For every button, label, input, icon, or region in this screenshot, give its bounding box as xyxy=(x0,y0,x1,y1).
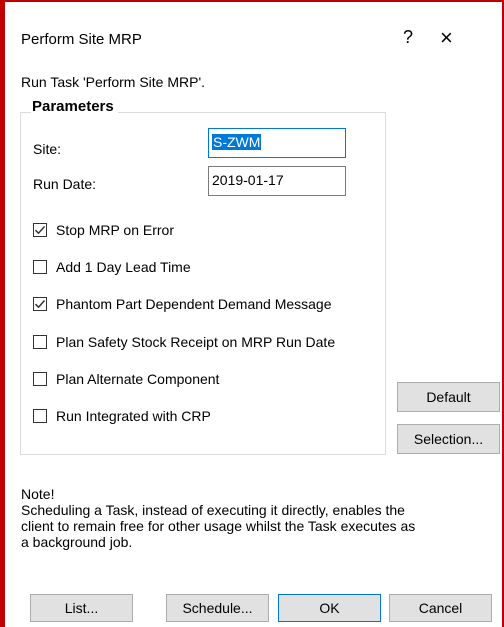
site-input[interactable]: S-ZWM xyxy=(208,128,346,158)
option-run-integrated-crp[interactable]: Run Integrated with CRP xyxy=(33,408,363,428)
checkbox[interactable] xyxy=(33,372,47,386)
option-label: Plan Alternate Component xyxy=(56,371,220,387)
checkbox[interactable] xyxy=(33,409,47,423)
note-line: Scheduling a Task, instead of executing … xyxy=(21,502,405,518)
schedule-button[interactable]: Schedule... xyxy=(166,594,269,622)
checkmark-icon xyxy=(34,225,46,235)
checkbox[interactable] xyxy=(33,260,47,274)
note-heading: Note! xyxy=(21,486,55,502)
option-plan-alternate-component[interactable]: Plan Alternate Component xyxy=(33,371,363,391)
run-date-label: Run Date: xyxy=(33,176,97,192)
dialog-title: Perform Site MRP xyxy=(21,31,142,48)
note-line: client to remain free for other usage wh… xyxy=(21,518,416,534)
option-add-1-day-lead-time[interactable]: Add 1 Day Lead Time xyxy=(33,259,363,279)
checkbox[interactable] xyxy=(33,335,47,349)
site-value: S-ZWM xyxy=(212,134,262,150)
parameters-legend: Parameters xyxy=(31,98,118,115)
list-button[interactable]: List... xyxy=(30,594,133,622)
option-plan-safety-stock[interactable]: Plan Safety Stock Receipt on MRP Run Dat… xyxy=(33,334,378,354)
run-date-input[interactable]: 2019-01-17 xyxy=(208,166,346,196)
checkmark-icon xyxy=(34,299,46,309)
close-icon[interactable]: × xyxy=(440,25,453,51)
selection-button[interactable]: Selection... xyxy=(397,424,500,454)
default-button[interactable]: Default xyxy=(397,382,500,412)
option-label: Add 1 Day Lead Time xyxy=(56,259,191,275)
option-label: Run Integrated with CRP xyxy=(56,408,211,424)
run-date-value: 2019-01-17 xyxy=(212,172,284,188)
ok-button[interactable]: OK xyxy=(278,594,381,622)
option-phantom-part-message[interactable]: Phantom Part Dependent Demand Message xyxy=(33,296,373,316)
checkbox[interactable] xyxy=(33,297,47,311)
option-label: Stop MRP on Error xyxy=(56,222,175,238)
run-task-text: Run Task 'Perform Site MRP'. xyxy=(21,74,206,90)
option-label: Plan Safety Stock Receipt on MRP Run Dat… xyxy=(56,334,336,350)
cancel-button[interactable]: Cancel xyxy=(389,594,492,622)
option-stop-mrp-on-error[interactable]: Stop MRP on Error xyxy=(33,222,363,242)
option-label: Phantom Part Dependent Demand Message xyxy=(56,296,332,312)
checkbox[interactable] xyxy=(33,223,47,237)
note-block: Note! Scheduling a Task, instead of exec… xyxy=(21,486,491,550)
help-icon[interactable]: ? xyxy=(403,27,413,48)
note-line: a background job. xyxy=(21,534,133,550)
site-label: Site: xyxy=(33,141,62,157)
parameters-group xyxy=(20,112,386,455)
